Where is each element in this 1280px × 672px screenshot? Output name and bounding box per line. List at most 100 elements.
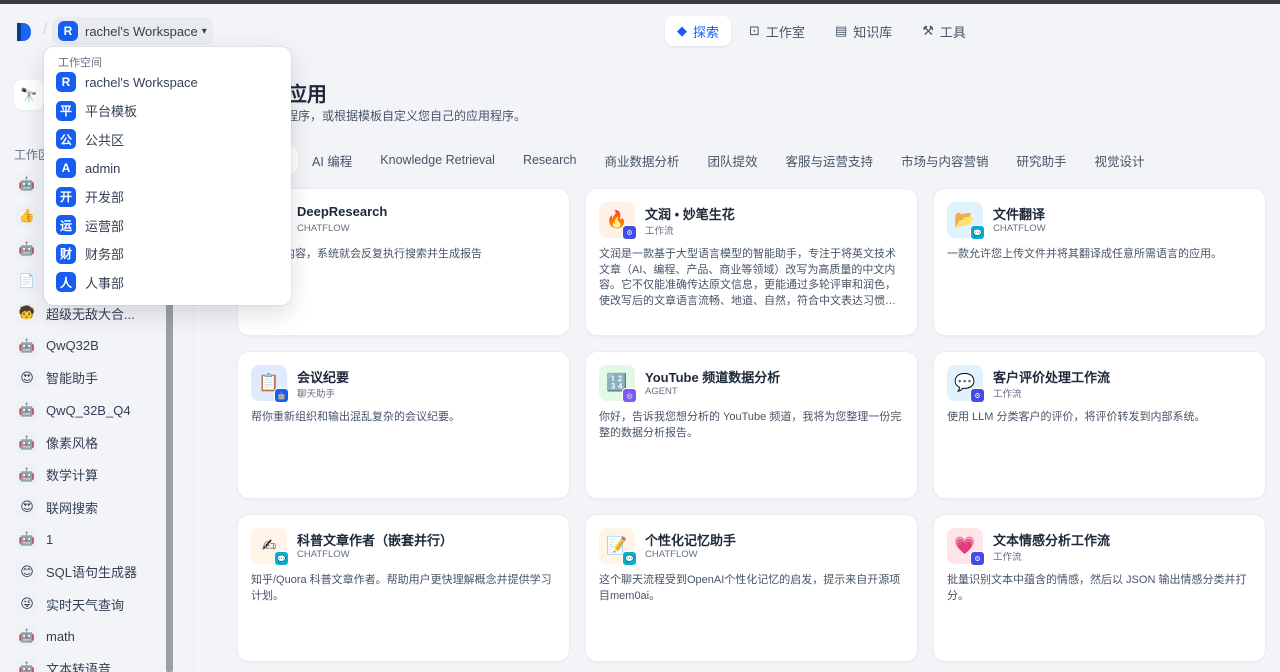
app-emoji-icon: 📄 xyxy=(16,270,38,293)
sidebar-item[interactable]: 😍 联网搜索 xyxy=(16,491,168,523)
sidebar-item[interactable]: 🤖 QwQ_32B_Q4 xyxy=(16,394,168,426)
app-card[interactable]: ✍ 💬 科普文章作者（嵌套并行） CHATFLOW 知乎/Quora 科普文章作… xyxy=(237,514,570,662)
app-mode-badge-icon: ⚙ xyxy=(622,225,637,240)
app-mode: CHATFLOW xyxy=(993,223,1046,234)
app-description: 你好，告诉我您想分析的 YouTube 频道，我将为您整理一份完整的数据分析报告… xyxy=(599,411,902,439)
app-emoji-icon: 😜 xyxy=(16,593,38,615)
category-tabs: AI 编程 Knowledge Retrieval Research 商业数据分… xyxy=(238,146,1159,174)
workspace-option[interactable]: 公公共区 xyxy=(44,125,291,154)
category-tab[interactable]: 视觉设计 xyxy=(1081,146,1159,174)
category-tab[interactable]: AI 编程 xyxy=(298,146,366,174)
app-mode-badge-icon: 💬 xyxy=(274,551,289,566)
workspace-option-label: 人事部 xyxy=(85,275,125,291)
workspace-option-avatar: 公 xyxy=(56,129,76,150)
dify-logo-icon[interactable] xyxy=(16,22,32,42)
app-emoji-icon: 🤖 xyxy=(16,237,38,260)
category-tab[interactable]: Research xyxy=(509,146,591,174)
app-emoji-icon: 🤖 xyxy=(16,334,38,357)
category-tab[interactable]: Knowledge Retrieval xyxy=(366,146,509,174)
book-icon: ▤ xyxy=(834,23,848,38)
app-name: 文本情感分析工作流 xyxy=(993,533,1111,548)
app-mode-badge-icon: ⚙ xyxy=(970,388,985,403)
workspace-option-avatar: 运 xyxy=(56,215,76,236)
category-tab[interactable]: 客服与运营支持 xyxy=(771,146,887,174)
workspace-option[interactable]: 财财务部 xyxy=(44,240,291,269)
sidebar-item[interactable]: 🤖 像素风格 xyxy=(16,426,168,458)
sidebar-item-label: SQL语句生成器 xyxy=(46,565,138,581)
workspace-avatar: R xyxy=(58,21,78,41)
app-emoji-icon: 😍 xyxy=(16,366,38,389)
workspace-option-avatar: 财 xyxy=(56,243,76,264)
nav-tools[interactable]: ⚒ 工具 xyxy=(910,16,978,46)
app-emoji-icon: 🧒 xyxy=(16,302,38,325)
nav-tools-label: 工具 xyxy=(939,24,966,40)
app-emoji-icon: 😊 xyxy=(16,560,38,583)
sidebar-item[interactable]: 😍 智能助手 xyxy=(16,362,168,394)
app-card[interactable]: 🔢 ◎ YouTube 频道数据分析 AGENT 你好，告诉我您想分析的 You… xyxy=(585,351,918,499)
nav-studio[interactable]: ⊡ 工作室 xyxy=(737,16,817,46)
sidebar-item[interactable]: 🤖 文本转语音 xyxy=(16,652,168,672)
app-description: 批量识别文本中蕴含的情感，然后以 JSON 输出情感分类并打分。 xyxy=(947,574,1247,602)
app-description: 这个聊天流程受到OpenAI个性化记忆的启发，提示来自开源项目mem0ai。 xyxy=(599,574,901,602)
app-mode: 工作流 xyxy=(993,389,1022,400)
explore-main: ify 的应用 模板应用程序，或根据模板自定义您自己的应用程序。 AI 编程 K… xyxy=(194,56,1280,672)
sidebar-item-label: 文本转语音 xyxy=(46,662,112,672)
workspace-option[interactable]: Aadmin xyxy=(44,154,291,183)
workspace-option[interactable]: 开开发部 xyxy=(44,182,291,211)
discover-button[interactable]: 🔭 xyxy=(14,80,44,110)
app-card[interactable]: 💬 ⚙ 客户评价处理工作流 工作流 使用 LLM 分类客户的评价，将评价转发到内… xyxy=(933,351,1266,499)
category-tab[interactable]: 商业数据分析 xyxy=(590,146,693,174)
workspace-option[interactable]: 运运营部 xyxy=(44,211,291,240)
sidebar-item[interactable]: 😜 实时天气查询 xyxy=(16,588,168,620)
workspace-name: rachel's Workspace xyxy=(85,23,198,39)
chevron-down-icon: ▾ xyxy=(201,25,207,37)
workspace-option[interactable]: Rrachel's Workspace xyxy=(44,68,291,97)
app-mode-badge-icon: 💬 xyxy=(970,225,985,240)
category-tab[interactable]: 研究助手 xyxy=(1003,146,1081,174)
app-description: 文润是一款基于大型语言模型的智能助手，专注于将英文技术文章（AI、编程、产品、商… xyxy=(599,248,896,307)
app-emoji-icon: 🤖 xyxy=(16,625,38,648)
workspace-option-label: 公共区 xyxy=(85,132,125,148)
sidebar-item-label: 实时天气查询 xyxy=(46,597,125,613)
app-card[interactable]: 📝 💬 个性化记忆助手 CHATFLOW 这个聊天流程受到OpenAI个性化记忆… xyxy=(585,514,918,662)
app-card[interactable]: 📋 🤖 会议纪要 聊天助手 帮你重新组织和输出混乱复杂的会议纪要。 xyxy=(237,351,570,499)
sidebar-item[interactable]: 🤖 1 xyxy=(16,523,168,555)
workspace-option[interactable]: 平平台模板 xyxy=(44,97,291,126)
sidebar-item-label: math xyxy=(46,628,75,644)
nav-studio-label: 工作室 xyxy=(765,24,805,40)
app-card[interactable]: 💗 ⚙ 文本情感分析工作流 工作流 批量识别文本中蕴含的情感，然后以 JSON … xyxy=(933,514,1266,662)
app-card[interactable]: 🔥 ⚙ 文润 • 妙笔生花 工作流 文润是一款基于大型语言模型的智能助手，专注于… xyxy=(585,188,918,336)
workspace-dropdown: 工作空间 Rrachel's Workspace 平平台模板 公公共区 Aadm… xyxy=(44,47,291,305)
sidebar-item-label: 数学计算 xyxy=(46,468,99,484)
nav-explore[interactable]: ◆ 探索 xyxy=(665,16,732,46)
workspace-option-avatar: A xyxy=(56,158,76,179)
sidebar-item[interactable]: 🤖 QwQ32B xyxy=(16,329,168,361)
workspace-switcher[interactable]: R rachel's Workspace ▾ xyxy=(52,17,213,45)
nav-explore-label: 探索 xyxy=(693,24,720,40)
workspace-option-label: admin xyxy=(85,160,121,176)
workspace-option[interactable]: 人人事部 xyxy=(44,268,291,297)
category-tab[interactable]: 市场与内容营销 xyxy=(887,146,1003,174)
sidebar-item[interactable]: 🤖 数学计算 xyxy=(16,459,168,491)
sidebar-item-label: 联网搜索 xyxy=(46,500,99,516)
sidebar-item[interactable]: 😊 SQL语句生成器 xyxy=(16,556,168,588)
workspace-dropdown-title: 工作空间 xyxy=(58,57,102,69)
sidebar-item-label: 像素风格 xyxy=(46,436,99,452)
app-name: 客户评价处理工作流 xyxy=(993,370,1111,385)
app-mode: CHATFLOW xyxy=(297,223,350,234)
workspace-option-avatar: 人 xyxy=(56,272,76,293)
sidebar-item-label: 1 xyxy=(46,531,54,547)
category-tab[interactable]: 团队提效 xyxy=(693,146,771,174)
app-name: DeepResearch xyxy=(297,204,388,219)
app-template-grid: 🔍 💬 DeepResearch CHATFLOW 搜索的内容，系统就会反复执行… xyxy=(237,188,1266,662)
sidebar-item[interactable]: 🤖 math xyxy=(16,620,168,652)
app-name: 文润 • 妙笔生花 xyxy=(645,207,735,222)
nav-knowledge[interactable]: ▤ 知识库 xyxy=(823,16,904,46)
workspace-option-label: rachel's Workspace xyxy=(85,74,198,90)
breadcrumb-separator: / xyxy=(43,21,48,38)
app-mode: 工作流 xyxy=(645,226,674,237)
app-description: 一款允许您上传文件并将其翻译成任意所需语言的应用。 xyxy=(947,248,1222,260)
app-card[interactable]: 📂 💬 文件翻译 CHATFLOW 一款允许您上传文件并将其翻译成任意所需语言的… xyxy=(933,188,1266,336)
app-name: 个性化记忆助手 xyxy=(645,533,737,548)
workspace-option-label: 运营部 xyxy=(85,218,125,234)
